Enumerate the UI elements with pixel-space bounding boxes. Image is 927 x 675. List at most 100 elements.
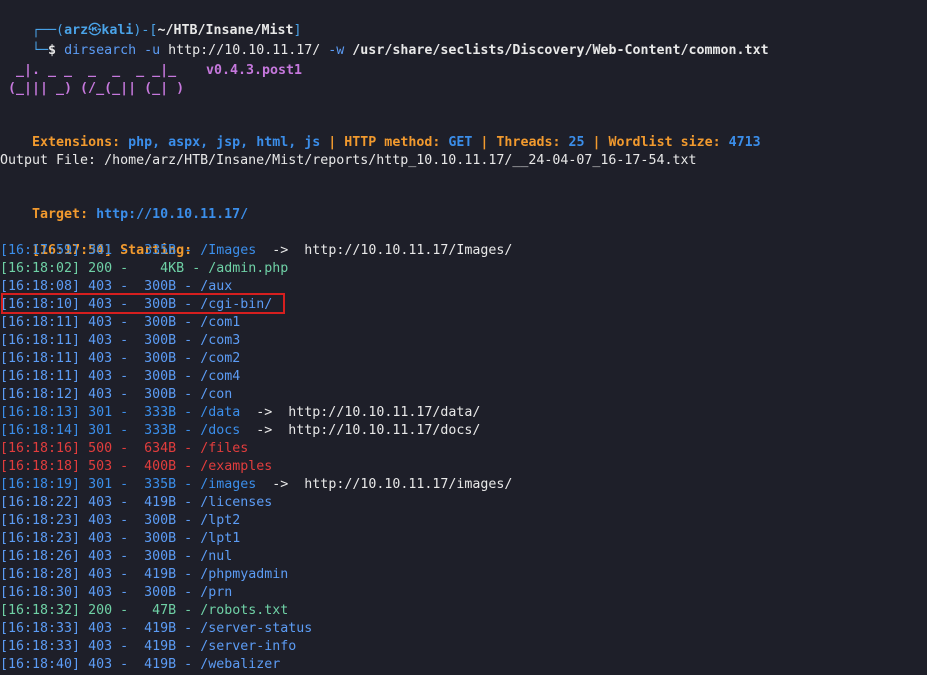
result-dash: - xyxy=(112,567,137,582)
result-path: /webalizer xyxy=(200,657,281,672)
result-time: [16:18:23] xyxy=(0,531,81,546)
result-row: [16:18:23] 403 - 300B - /lpt1 xyxy=(0,530,240,548)
result-status-code: 500 xyxy=(88,441,113,456)
result-time: [16:18:33] xyxy=(0,639,81,654)
result-time: [16:18:30] xyxy=(0,585,81,600)
result-status-code: 403 xyxy=(88,621,113,636)
result-dash: - xyxy=(176,657,201,672)
result-status-code: 301 xyxy=(88,243,113,258)
result-path: /com1 xyxy=(200,315,241,330)
result-time: [16:18:11] xyxy=(0,333,81,348)
command-flag-w: -w xyxy=(320,43,353,58)
result-time: [16:18:28] xyxy=(0,567,81,582)
result-status-code: 403 xyxy=(88,351,113,366)
result-status-code: 301 xyxy=(88,405,113,420)
result-size: 419B xyxy=(136,657,177,672)
result-path: /com3 xyxy=(200,333,241,348)
result-row: [16:18:23] 403 - 300B - /lpt2 xyxy=(0,512,240,530)
result-status-code: 403 xyxy=(88,531,113,546)
result-size: 300B xyxy=(136,351,177,366)
result-dash: - xyxy=(176,639,201,654)
result-row: [16:18:28] 403 - 419B - /phpmyadmin xyxy=(0,566,288,584)
result-path: /licenses xyxy=(200,495,273,510)
command-name: dirsearch xyxy=(64,43,137,58)
result-dash: - xyxy=(176,423,201,438)
result-row: [16:18:13] 301 - 333B - /data -> http://… xyxy=(0,404,480,422)
result-path: /lpt2 xyxy=(200,513,241,528)
result-dash: - xyxy=(184,261,209,276)
result-dash: - xyxy=(112,351,137,366)
result-path: /com2 xyxy=(200,351,241,366)
result-dash: - xyxy=(176,441,201,456)
result-status-code: 403 xyxy=(88,549,113,564)
result-status-code: 301 xyxy=(88,477,113,492)
result-time: [16:18:18] xyxy=(0,459,81,474)
prompt-line-1: ┌──(arz㉿kali)-[~/HTB/Insane/Mist] xyxy=(0,4,302,38)
result-dash: - xyxy=(112,261,137,276)
result-status-code: 403 xyxy=(88,279,113,294)
result-dash: - xyxy=(176,567,201,582)
result-row: [16:18:32] 200 - 47B - /robots.txt xyxy=(0,602,288,620)
result-size: 300B xyxy=(136,369,177,384)
result-status-code: 403 xyxy=(88,333,113,348)
result-dash: - xyxy=(112,387,137,402)
result-row: [16:18:11] 403 - 300B - /com4 xyxy=(0,368,240,386)
result-arrow: -> xyxy=(256,243,305,258)
wordlist-size-value: 4713 xyxy=(728,135,761,150)
result-row: [16:18:19] 301 - 335B - /images -> http:… xyxy=(0,476,512,494)
result-size: 333B xyxy=(136,423,177,438)
result-dash: - xyxy=(112,333,137,348)
command-line[interactable]: └─$ dirsearch -u http://10.10.11.17/ -w … xyxy=(0,24,769,58)
result-dash: - xyxy=(176,387,201,402)
result-dash: - xyxy=(176,369,201,384)
result-dash: - xyxy=(112,585,137,600)
result-dash: - xyxy=(112,603,137,618)
result-path: /server-info xyxy=(200,639,297,654)
result-dash: - xyxy=(176,315,201,330)
result-dash: - xyxy=(112,459,137,474)
result-path: /prn xyxy=(200,585,233,600)
result-row: [16:18:11] 403 - 300B - /com1 xyxy=(0,314,240,332)
result-time: [16:18:08] xyxy=(0,279,81,294)
result-status-code: 403 xyxy=(88,657,113,672)
result-row: [16:18:18] 503 - 400B - /examples xyxy=(0,458,272,476)
result-time: [16:18:16] xyxy=(0,441,81,456)
result-size: 335B xyxy=(136,243,177,258)
result-path: /data xyxy=(200,405,241,420)
result-row: [16:18:12] 403 - 300B - /con xyxy=(0,386,232,404)
result-dash: - xyxy=(176,603,201,618)
banner-logo-line-2: (_||| _) (/_(_|| (_| ) xyxy=(0,81,185,96)
result-status-code: 403 xyxy=(88,639,113,654)
result-redirect: http://10.10.11.17/Images/ xyxy=(304,243,513,258)
threads-label: Threads: xyxy=(496,135,569,150)
method-value: GET xyxy=(448,135,473,150)
result-time: [16:18:23] xyxy=(0,513,81,528)
config-line: Extensions: php, aspx, jsp, html, js | H… xyxy=(0,116,761,150)
result-status-code: 403 xyxy=(88,495,113,510)
result-path: /phpmyadmin xyxy=(200,567,289,582)
result-size: 300B xyxy=(136,333,177,348)
result-dash: - xyxy=(176,279,201,294)
banner-logo-line-1: _|. _ _ _ _ _ _|_ xyxy=(0,63,177,78)
wordlist-size-label: Wordlist size: xyxy=(608,135,729,150)
result-dash: - xyxy=(112,423,137,438)
result-row: [16:18:40] 403 - 419B - /webalizer xyxy=(0,656,280,674)
result-path: /nul xyxy=(200,549,233,564)
result-time: [16:18:14] xyxy=(0,423,81,438)
result-time: [16:18:13] xyxy=(0,405,81,420)
result-dash: - xyxy=(112,369,137,384)
target-line: Target: http://10.10.11.17/ xyxy=(0,188,248,222)
prompt-frame-bottom: └─ xyxy=(32,43,49,58)
result-time: [16:18:26] xyxy=(0,549,81,564)
result-status-code: 403 xyxy=(88,585,113,600)
result-dash: - xyxy=(176,243,201,258)
result-path: /robots.txt xyxy=(200,603,289,618)
result-row: [16:18:30] 403 - 300B - /prn xyxy=(0,584,232,602)
result-dash: - xyxy=(112,639,137,654)
method-label: HTTP method: xyxy=(344,135,449,150)
terminal-window[interactable]: ┌──(arz㉿kali)-[~/HTB/Insane/Mist] └─$ di… xyxy=(0,0,927,675)
result-status-code: 200 xyxy=(88,261,113,276)
result-path: /files xyxy=(200,441,249,456)
result-time: [16:18:11] xyxy=(0,369,81,384)
result-status-code: 403 xyxy=(88,567,113,582)
